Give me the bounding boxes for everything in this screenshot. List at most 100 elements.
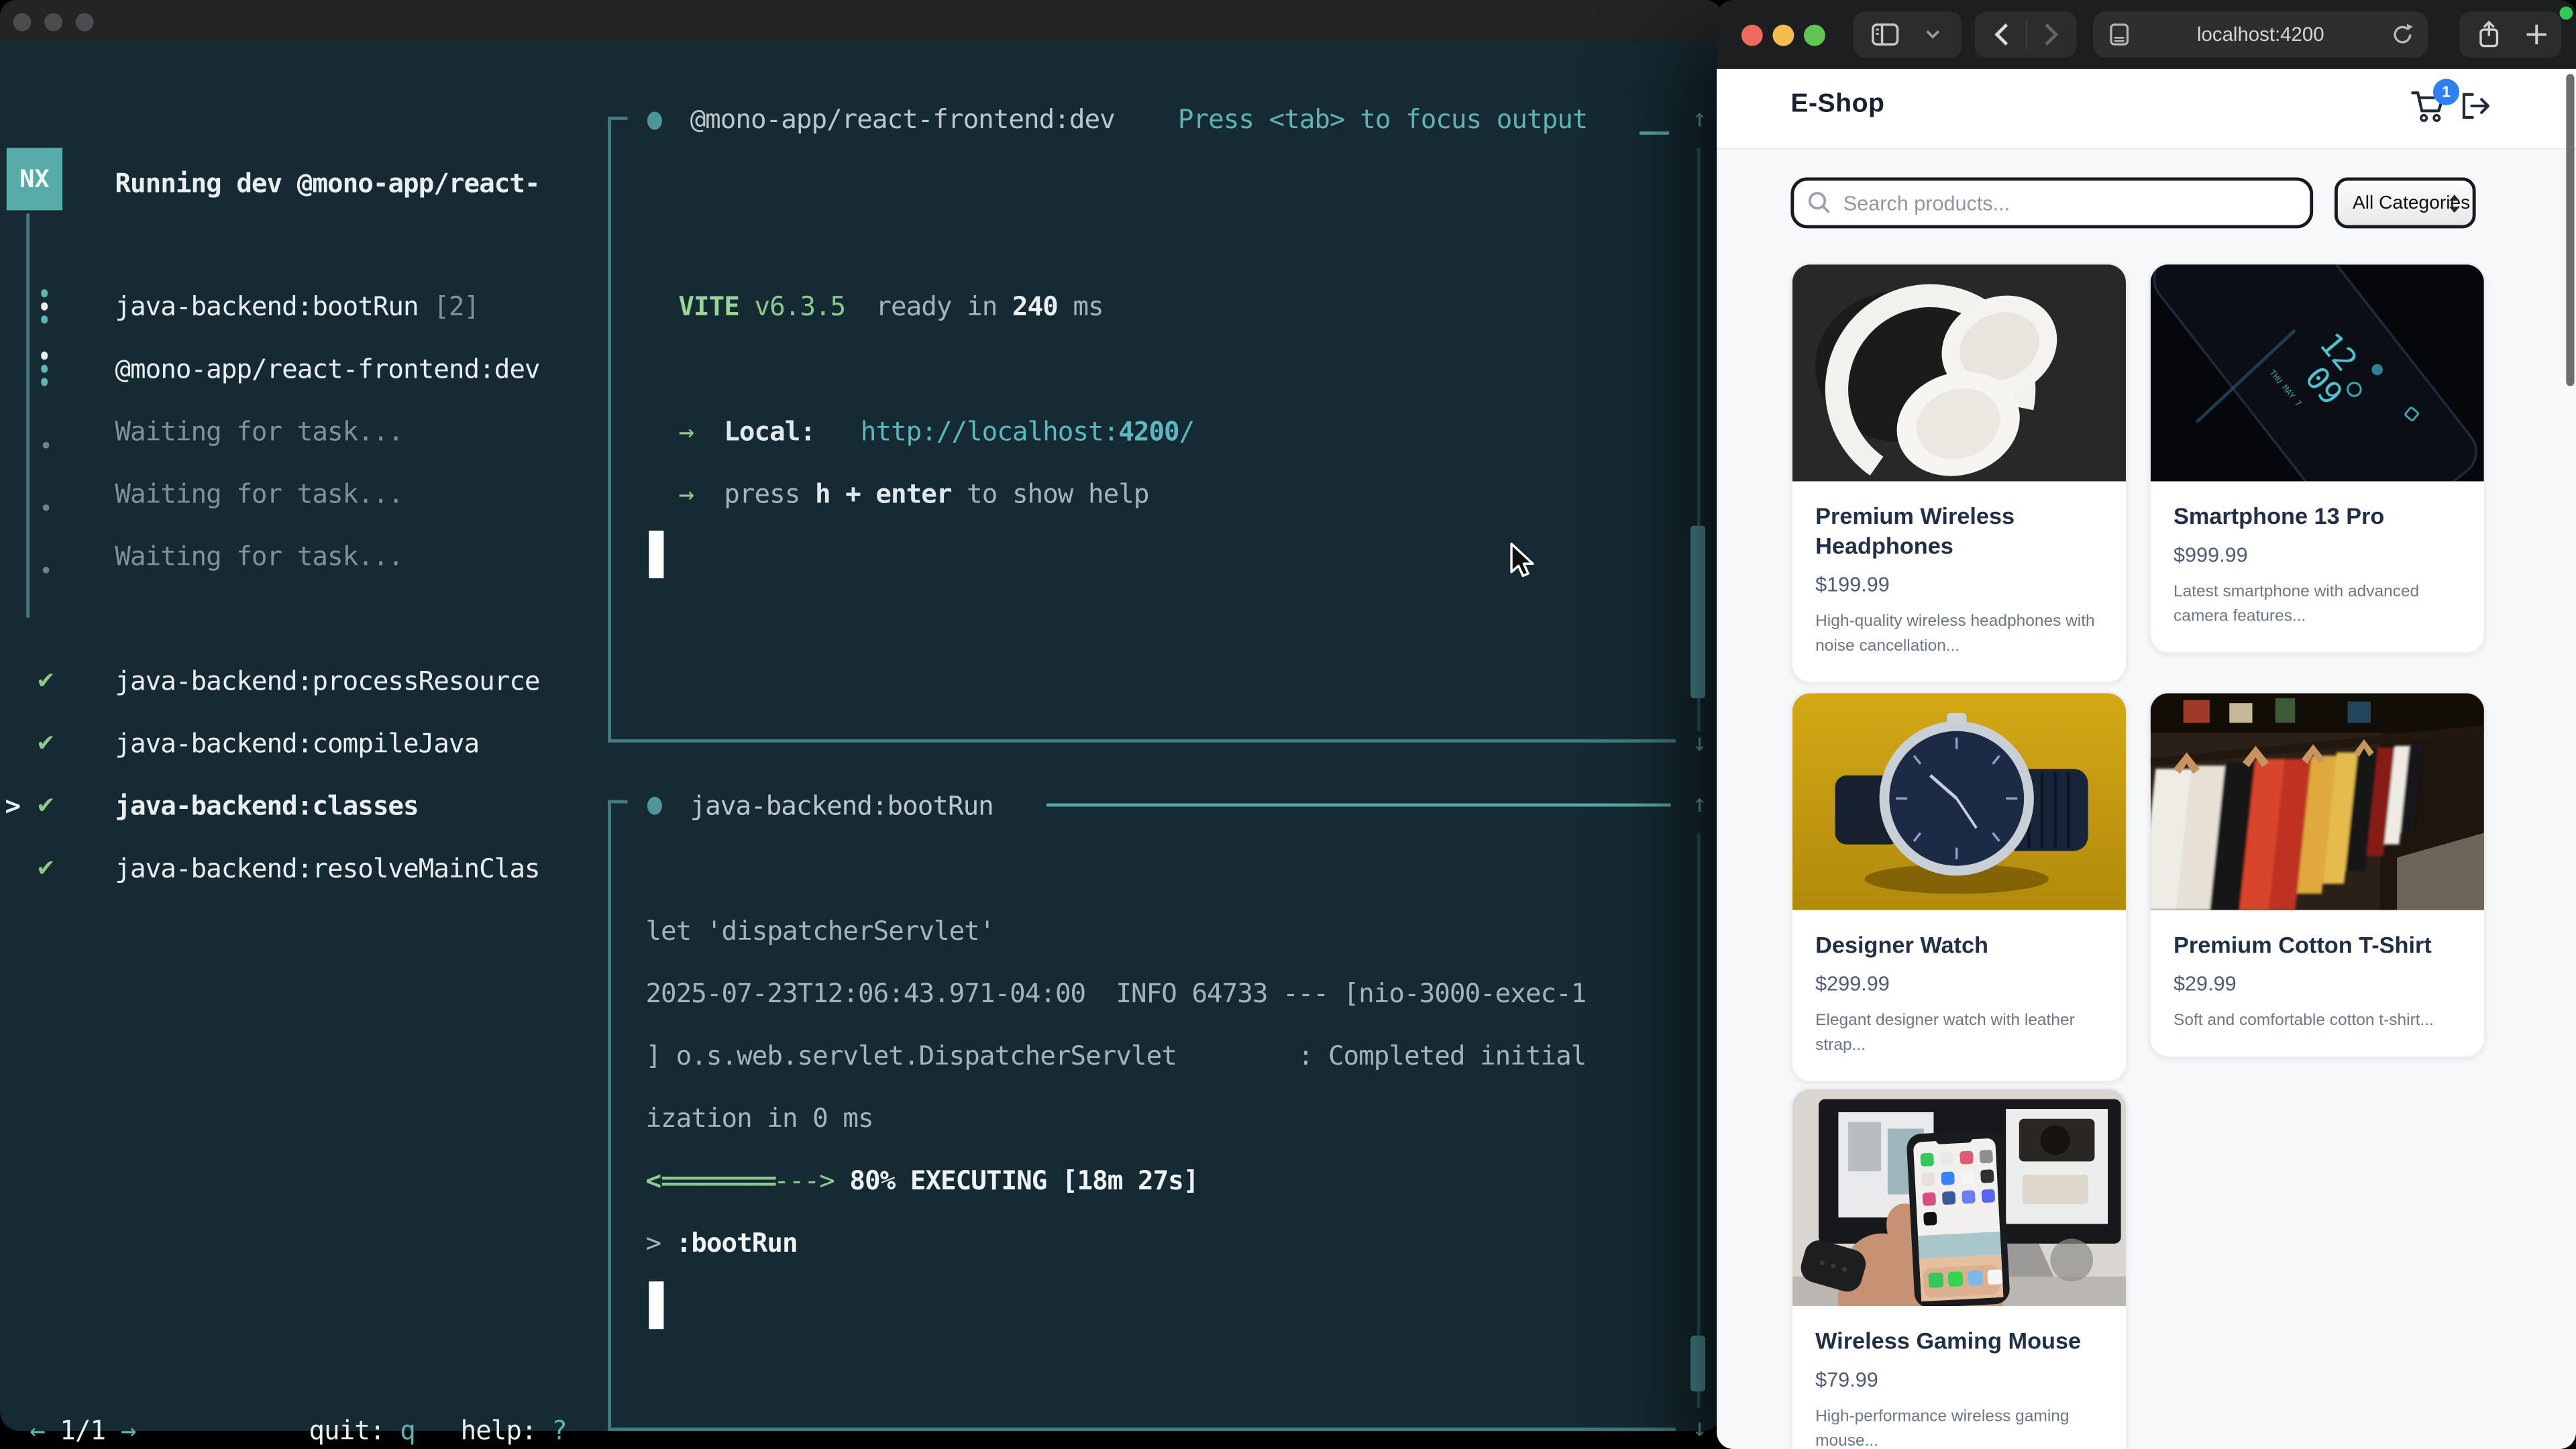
- header-dash: [1640, 131, 1669, 135]
- check-icon: ✔: [36, 731, 56, 757]
- eshop-page: E-Shop 1 All Categories: [1717, 69, 2576, 1449]
- task-bullet-icon: [647, 112, 662, 130]
- product-card[interactable]: Wireless Gaming Mouse $79.99 High-perfor…: [1790, 1087, 2127, 1449]
- shop-brand: E-Shop: [1790, 91, 1884, 120]
- cart-badge: 1: [2433, 79, 2459, 105]
- product-description: Elegant designer watch with leather stra…: [1815, 1009, 2103, 1058]
- product-description: High-performance wireless gaming mouse..…: [1815, 1405, 2103, 1449]
- task-row[interactable]: java-backend:compileJava: [115, 728, 479, 761]
- vite-help-line: → press h + enter to show help: [678, 478, 1148, 511]
- task-row: Waiting for task...: [115, 416, 403, 449]
- pager-status: ← 1/1 →: [30, 1415, 136, 1448]
- check-icon: ✔: [36, 794, 56, 820]
- mouse-cursor-icon: [1510, 542, 1535, 578]
- search-input[interactable]: [1790, 177, 2313, 228]
- product-card[interactable]: Premium Wireless Headphones $199.99 High…: [1790, 263, 2127, 684]
- spinner-icon: [41, 289, 49, 323]
- new-tab-icon[interactable]: [2525, 23, 2548, 46]
- check-icon: ✔: [36, 856, 56, 882]
- terminal-window[interactable]: NX Running dev @mono-app/react- java-bac…: [0, 0, 1722, 1431]
- forward-icon[interactable]: [2044, 23, 2059, 46]
- sidebar-button-group: [1853, 11, 1962, 58]
- log-line: ] o.s.web.servlet.DispatcherServlet : Co…: [645, 1040, 1586, 1073]
- terminal-run-title: Running dev @mono-app/react-: [115, 168, 539, 201]
- scroll-down-icon[interactable]: ↓: [1692, 1413, 1707, 1442]
- terminal-titlebar[interactable]: [0, 0, 1722, 41]
- log-line: 2025-07-23T12:06:43.971-04:00 INFO 64733…: [645, 977, 1586, 1010]
- terminal-close-button[interactable]: [13, 13, 32, 32]
- shop-header: E-Shop 1: [1717, 69, 2576, 150]
- header-rule: [1046, 804, 1671, 807]
- product-image-headphones: [1792, 264, 2126, 481]
- scroll-up-icon[interactable]: ↑: [1692, 789, 1707, 818]
- product-name: Premium Cotton T-Shirt: [2174, 930, 2461, 959]
- terminal-minimize-button[interactable]: [44, 13, 62, 32]
- caret-icon: >: [5, 790, 20, 823]
- product-card[interactable]: 1209THU MAY 7 Smartphone 13 Pro $999.99 …: [2149, 263, 2485, 654]
- localhost-link[interactable]: http://localhost:4200/: [815, 416, 1194, 447]
- chevron-down-icon[interactable]: [1925, 30, 1940, 40]
- gradle-progress-line: <=========---> 80% EXECUTING [18m 27s]: [645, 1165, 1198, 1197]
- product-image-phone-in-hand: [1792, 1089, 2126, 1306]
- scrollbar-thumb[interactable]: [1690, 1336, 1705, 1391]
- zoom-button[interactable]: [1804, 25, 1825, 46]
- page-scrollbar-thumb[interactable]: [2566, 74, 2574, 386]
- url-text[interactable]: localhost:4200: [2093, 23, 2428, 46]
- vite-ready-line: VITE v6.3.5 ready in 240 ms: [678, 290, 1103, 323]
- task-row[interactable]: @mono-app/react-frontend:dev: [115, 354, 539, 386]
- cursor-block: [649, 531, 663, 578]
- scrollbar-track[interactable]: [1697, 833, 1701, 1408]
- divider: [2026, 19, 2027, 49]
- share-icon[interactable]: [2477, 19, 2500, 49]
- waiting-dot-icon: [43, 504, 50, 511]
- nav-button-group: [1975, 11, 2077, 58]
- scroll-up-icon[interactable]: ↑: [1692, 103, 1707, 133]
- vite-local-line: → Local: http://localhost:4200/: [678, 416, 1194, 449]
- close-button[interactable]: [1741, 25, 1763, 46]
- task-row[interactable]: java-backend:resolveMainClas: [115, 853, 539, 885]
- scroll-down-icon[interactable]: ↓: [1692, 728, 1707, 757]
- terminal-body[interactable]: NX Running dev @mono-app/react- java-bac…: [0, 41, 1722, 1431]
- product-description: Soft and comfortable cotton t-shirt...: [2174, 1009, 2461, 1034]
- task-row[interactable]: java-backend:processResource: [115, 665, 539, 698]
- safari-window[interactable]: localhost:4200 E-Shop: [1717, 0, 2576, 1449]
- output-box-title: @mono-app/react-frontend:dev: [690, 103, 1115, 136]
- cursor-block: [649, 1281, 663, 1329]
- product-name: Wireless Gaming Mouse: [1815, 1326, 2103, 1355]
- product-name: Designer Watch: [1815, 930, 2103, 959]
- terminal-zoom-button[interactable]: [76, 13, 94, 32]
- search-icon: [1807, 191, 1832, 215]
- scrollbar-thumb[interactable]: [1690, 526, 1705, 698]
- product-name: Premium Wireless Headphones: [1815, 501, 2103, 560]
- address-bar[interactable]: localhost:4200: [2093, 11, 2428, 58]
- box-left-border: [608, 117, 611, 743]
- task-row: Waiting for task...: [115, 541, 403, 574]
- action-button-group: [2459, 11, 2561, 58]
- refresh-icon[interactable]: [2392, 23, 2414, 46]
- category-select[interactable]: All Categories: [2334, 177, 2476, 228]
- gradle-prompt-line: > :bootRun: [645, 1227, 797, 1260]
- desktop: NX Running dev @mono-app/react- java-bac…: [0, 0, 2576, 1449]
- product-image-watch: [1792, 693, 2126, 910]
- product-image-smartphone: 1209THU MAY 7: [2151, 264, 2484, 481]
- product-name: Smartphone 13 Pro: [2174, 501, 2461, 531]
- task-tree-line: [26, 213, 30, 617]
- keyboard-hints: quit: q help: ?: [309, 1415, 566, 1448]
- task-row[interactable]: java-backend:bootRun [2]: [115, 290, 479, 323]
- spinner-icon: [41, 352, 49, 386]
- select-arrows-icon: [2448, 194, 2461, 213]
- logout-icon[interactable]: [2461, 92, 2493, 120]
- product-image-tshirts: [2151, 693, 2484, 910]
- product-card[interactable]: Designer Watch $299.99 Elegant designer …: [1790, 692, 2127, 1083]
- product-price: $199.99: [1815, 574, 2103, 596]
- waiting-dot-icon: [43, 567, 50, 574]
- product-card[interactable]: Premium Cotton T-Shirt $29.99 Soft and c…: [2149, 692, 2485, 1058]
- sidebar-icon[interactable]: [1871, 23, 1899, 46]
- task-row: Waiting for task...: [115, 478, 403, 511]
- back-icon[interactable]: [1994, 23, 2009, 46]
- task-row-selected[interactable]: java-backend:classes: [115, 790, 418, 823]
- output-box-title: java-backend:bootRun: [690, 790, 994, 823]
- focus-hint: Press <tab> to focus output: [1178, 103, 1588, 136]
- safari-toolbar: localhost:4200: [1717, 0, 2576, 69]
- minimize-button[interactable]: [1772, 25, 1794, 46]
